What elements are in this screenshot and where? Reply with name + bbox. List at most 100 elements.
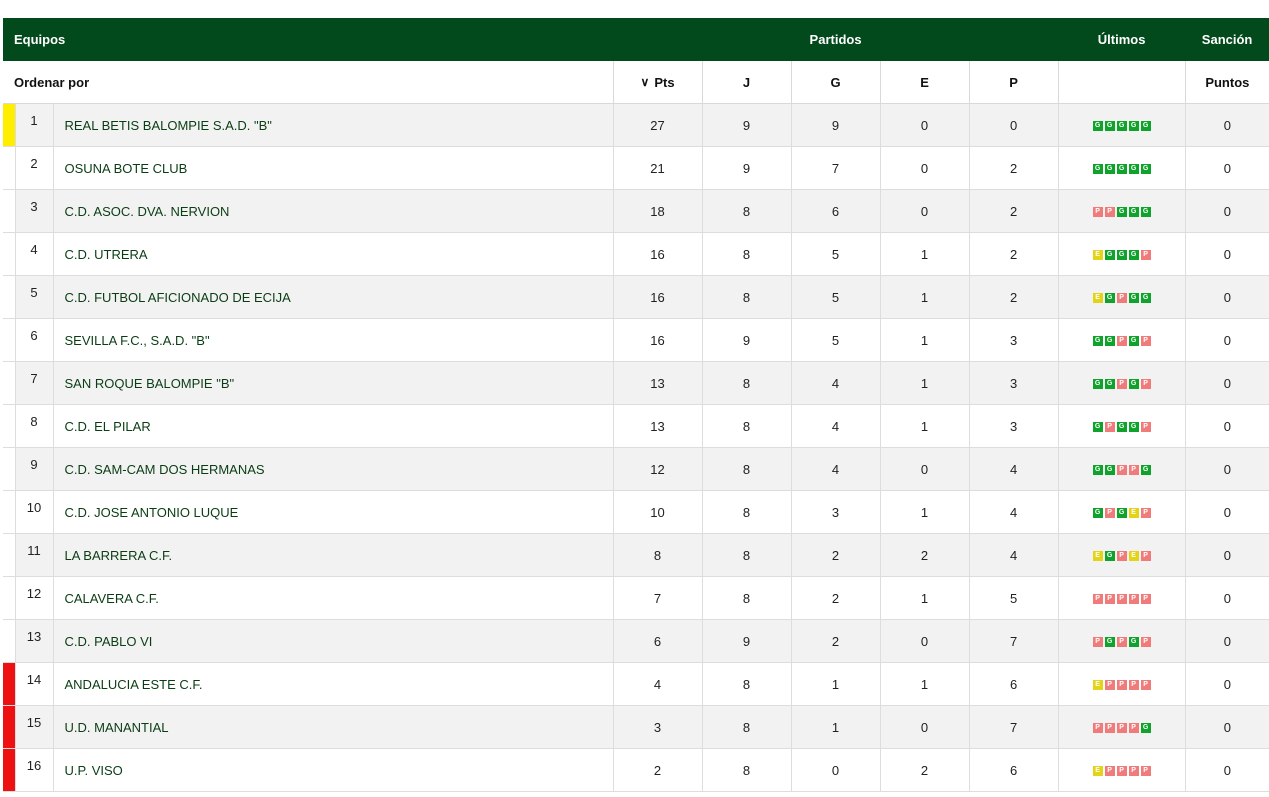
standings-table-wrapper: Equipos Partidos Últimos Sanción Ordenar… [3, 18, 1269, 792]
zone-marker [3, 447, 15, 491]
table-row[interactable]: 5 C.D. FUTBOL AFICIONADO DE ECIJA 16 8 5 1 2 E G… [3, 275, 1269, 319]
drawn-cell: 0 [879, 447, 970, 491]
zone-marker [3, 275, 15, 319]
table-row[interactable]: 4 C.D. UTRERA 16 8 5 1 2 E G G G P 0 [3, 232, 1269, 276]
header-equipos: Equipos [3, 18, 614, 61]
sort-p-button[interactable]: P [968, 61, 1059, 104]
header-ultimos: Últimos [1058, 18, 1186, 61]
drawn-cell: 1 [879, 576, 970, 620]
sort-pts-button[interactable]: ∨ Pts [612, 61, 703, 104]
zone-marker [3, 705, 15, 749]
result-badge: G [1128, 164, 1139, 175]
sort-by-label: Ordenar por [3, 61, 614, 104]
drawn-cell: 1 [879, 275, 970, 319]
team-name[interactable]: C.D. UTRERA [52, 232, 614, 276]
table-row[interactable]: 12 CALAVERA C.F. 7 8 2 1 5 P P P P P 0 [3, 576, 1269, 620]
last-results: PPPPP [1092, 594, 1151, 605]
result-badge: P [1092, 637, 1103, 648]
lost-cell: 2 [968, 146, 1059, 190]
result-badge: P [1140, 250, 1151, 261]
won-cell: 9 [790, 103, 881, 147]
result-badge: E [1092, 250, 1103, 261]
last-results-cell: GPGGP [1057, 404, 1186, 448]
won-cell: 5 [790, 318, 881, 362]
table-row[interactable]: 16 U.P. VISO 2 8 0 2 6 E P P P P 0 [3, 748, 1269, 792]
last-results: GGPGP [1092, 379, 1151, 390]
team-name[interactable]: U.D. MANANTIAL [52, 705, 614, 749]
lost-cell: 7 [968, 619, 1059, 663]
team-name[interactable]: C.D. EL PILAR [52, 404, 614, 448]
last-results: EPPPP [1092, 680, 1151, 691]
team-name[interactable]: C.D. PABLO VI [52, 619, 614, 663]
team-name[interactable]: U.P. VISO [52, 748, 614, 792]
drawn-cell: 1 [879, 361, 970, 405]
zone-marker [3, 490, 15, 534]
sanction-points-cell: 0 [1184, 619, 1269, 663]
result-badge: P [1140, 336, 1151, 347]
result-badge: P [1140, 379, 1151, 390]
pts-cell: 18 [612, 189, 703, 233]
result-badge: G [1140, 121, 1151, 132]
team-name[interactable]: C.D. JOSE ANTONIO LUQUE [52, 490, 614, 534]
sort-j-button[interactable]: J [701, 61, 792, 104]
sort-puntos-button[interactable]: Puntos [1184, 61, 1269, 104]
last-results: EGGGP [1092, 250, 1151, 261]
drawn-cell: 0 [879, 146, 970, 190]
sort-e-button[interactable]: E [879, 61, 970, 104]
last-results-cell: EPPPP [1057, 748, 1186, 792]
table-row[interactable]: 1 REAL BETIS BALOMPIE S.A.D. "B" 27 9 9 0 0 G G G… [3, 103, 1269, 147]
result-badge: P [1092, 594, 1103, 605]
table-row[interactable]: 6 SEVILLA F.C., S.A.D. "B" 16 9 5 1 3 G G P G P 0 [3, 318, 1269, 362]
sanction-points-cell: 0 [1184, 533, 1269, 577]
position-cell: 11 [14, 533, 53, 577]
played-cell: 9 [701, 146, 792, 190]
result-badge: G [1104, 250, 1115, 261]
team-name[interactable]: SEVILLA F.C., S.A.D. "B" [52, 318, 614, 362]
sanction-points-cell: 0 [1184, 146, 1269, 190]
won-cell: 5 [790, 232, 881, 276]
result-badge: E [1092, 680, 1103, 691]
team-name[interactable]: OSUNA BOTE CLUB [52, 146, 614, 190]
result-badge: P [1140, 637, 1151, 648]
table-row[interactable]: 14 ANDALUCIA ESTE C.F. 4 8 1 1 6 E P P P P 0 [3, 662, 1269, 706]
won-cell: 4 [790, 404, 881, 448]
last-results: PPPPG [1092, 723, 1151, 734]
result-badge: G [1092, 336, 1103, 347]
result-badge: P [1140, 766, 1151, 777]
team-name[interactable]: C.D. ASOC. DVA. NERVION [52, 189, 614, 233]
team-name[interactable]: C.D. SAM-CAM DOS HERMANAS [52, 447, 614, 491]
result-badge: G [1128, 121, 1139, 132]
drawn-cell: 2 [879, 748, 970, 792]
result-badge: E [1092, 551, 1103, 562]
table-row[interactable]: 15 U.D. MANANTIAL 3 8 1 0 7 P P P P G 0 [3, 705, 1269, 749]
table-row[interactable]: 11 LA BARRERA C.F. 8 8 2 2 4 E G P E P 0 [3, 533, 1269, 577]
table-row[interactable]: 7 SAN ROQUE BALOMPIE "B" 13 8 4 1 3 G G P G P 0 [3, 361, 1269, 405]
result-badge: G [1140, 164, 1151, 175]
team-name[interactable]: CALAVERA C.F. [52, 576, 614, 620]
position-cell: 8 [14, 404, 53, 448]
sort-g-button[interactable]: G [790, 61, 881, 104]
result-badge: P [1116, 465, 1127, 476]
played-cell: 8 [701, 576, 792, 620]
team-name[interactable]: SAN ROQUE BALOMPIE "B" [52, 361, 614, 405]
table-row[interactable]: 10 C.D. JOSE ANTONIO LUQUE 10 8 3 1 4 G P G E P 0 [3, 490, 1269, 534]
team-name[interactable]: REAL BETIS BALOMPIE S.A.D. "B" [52, 103, 614, 147]
table-row[interactable]: 2 OSUNA BOTE CLUB 21 9 7 0 2 G G G G G 0 [3, 146, 1269, 190]
team-name[interactable]: C.D. FUTBOL AFICIONADO DE ECIJA [52, 275, 614, 319]
table-row[interactable]: 9 C.D. SAM-CAM DOS HERMANAS 12 8 4 0 4 G G P P G 0 [3, 447, 1269, 491]
table-row[interactable]: 8 C.D. EL PILAR 13 8 4 1 3 G P G G P 0 [3, 404, 1269, 448]
sanction-points-cell: 0 [1184, 103, 1269, 147]
result-badge: P [1116, 637, 1127, 648]
team-name[interactable]: ANDALUCIA ESTE C.F. [52, 662, 614, 706]
result-badge: P [1128, 723, 1139, 734]
lost-cell: 6 [968, 748, 1059, 792]
pts-cell: 16 [612, 318, 703, 362]
won-cell: 0 [790, 748, 881, 792]
team-name[interactable]: LA BARRERA C.F. [52, 533, 614, 577]
result-badge: P [1140, 508, 1151, 519]
lost-cell: 0 [968, 103, 1059, 147]
table-row[interactable]: 3 C.D. ASOC. DVA. NERVION 18 8 6 0 2 P P G G G 0 [3, 189, 1269, 233]
won-cell: 3 [790, 490, 881, 534]
result-badge: P [1128, 594, 1139, 605]
table-row[interactable]: 13 C.D. PABLO VI 6 9 2 0 7 P G P G P 0 [3, 619, 1269, 663]
